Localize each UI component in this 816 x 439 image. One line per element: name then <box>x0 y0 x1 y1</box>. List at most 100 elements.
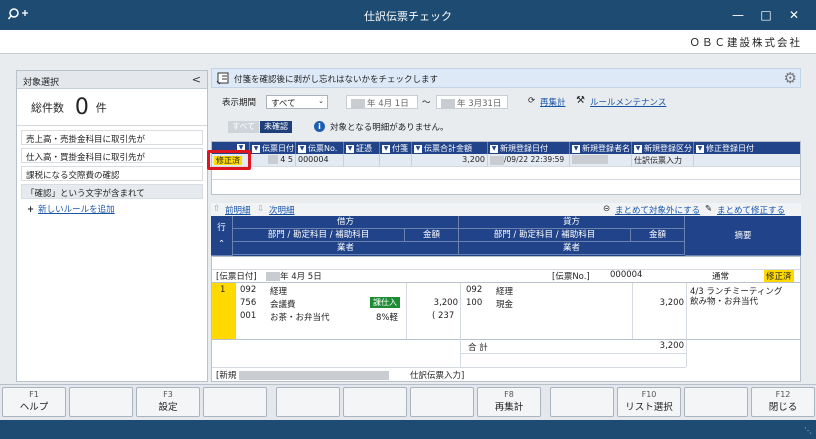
divider <box>460 339 461 367</box>
filter-unconfirmed-toggle[interactable]: 未確認 <box>260 121 292 133</box>
f11-button[interactable] <box>684 387 748 417</box>
main-area: 対象選択 < 総件数 0 件 売上高・売掛金科目に取引先が 仕入高・買掛金科目に… <box>0 54 816 384</box>
credit-acct-code: 100 <box>466 298 483 308</box>
info-text: 付箋を確認後に剥がし忘れはないかをチェックします <box>234 75 439 85</box>
column-label: 修正登録日付 <box>706 144 754 153</box>
recalc-link[interactable]: 再集計 <box>540 96 566 108</box>
f7-button[interactable] <box>410 387 474 417</box>
debit-account-header: 部門 / 勘定科目 / 補助科目 <box>233 229 405 242</box>
credit-dept-name: 経理 <box>496 287 514 297</box>
column-header[interactable]: ▼ 伝票No. <box>296 142 344 154</box>
period-to-value: 年 3月31日 <box>457 99 502 109</box>
total-label: 総件数 <box>31 101 64 115</box>
table-row[interactable]: 修正済 4 5 000004 3,200 /09/22 22:39:59 仕訳伝… <box>212 154 800 167</box>
summary-header: 摘要 <box>685 216 801 256</box>
f2-button[interactable] <box>69 387 133 417</box>
refresh-icon[interactable]: ⟳ <box>528 96 535 106</box>
new-reg-text: [新規 <box>216 371 237 381</box>
divider <box>212 367 686 368</box>
table-row <box>212 167 800 180</box>
gear-icon[interactable]: ⚙ <box>784 69 797 87</box>
rule-item[interactable]: 課税になる交際費の確認 <box>21 166 203 181</box>
column-header[interactable]: ▼ 伝票合計金額 <box>412 142 488 154</box>
f5-button[interactable] <box>276 387 340 417</box>
status-bar: ⋱ <box>0 420 816 439</box>
f10-list-select-button[interactable]: F10 リスト選択 <box>617 387 681 417</box>
period-row: 表示期間 すべて ⌄ 年 4月 1日 〜 年 3月31日 ⟳ 再集計 ⚒ ルール… <box>222 95 802 111</box>
reg-type-cell: 仕訳伝票入力 <box>632 154 694 166</box>
tilde: 〜 <box>422 98 431 108</box>
rule-maintenance-link[interactable]: ルールメンテナンス <box>590 96 666 108</box>
column-label: 証憑 <box>356 144 372 153</box>
row-header[interactable]: 行 ⌃ <box>211 216 233 256</box>
info-icon: i <box>314 121 325 132</box>
column-header[interactable]: ▼ 伝票日付 <box>250 142 296 154</box>
fix-all-link[interactable]: まとめて修正する <box>717 204 785 216</box>
divider <box>686 339 687 367</box>
exclude-all-link[interactable]: まとめて対象外にする <box>615 204 700 216</box>
period-to[interactable]: 年 3月31日 <box>436 95 508 109</box>
column-header[interactable]: ▼ 修正登録日付 <box>694 142 800 154</box>
divider <box>632 283 633 339</box>
dropdown-icon: ▼ <box>382 144 390 153</box>
add-rule-link[interactable]: + 新しいルールを追加 <box>21 202 203 216</box>
column-label: 新規登録日付 <box>500 144 548 153</box>
period-from[interactable]: 年 4月 1日 <box>346 95 418 109</box>
slip-date-value: 年 4月 5日 <box>280 272 322 282</box>
reg-user-cell <box>570 154 632 166</box>
credit-acct-name: 現金 <box>496 300 514 310</box>
f4-button[interactable] <box>203 387 267 417</box>
f6-button[interactable] <box>343 387 407 417</box>
detail-header: 行 ⌃ 借方 部門 / 勘定科目 / 補助科目 金額 業者 貸方 部門 / 勘定科… <box>211 216 801 256</box>
no-label: [伝票No.] <box>552 272 590 282</box>
table-row <box>212 180 800 193</box>
rule-item[interactable]: 売上高・売掛金科目に取引先が <box>21 130 203 145</box>
detail-body: [伝票日付] 年 4月 5日 [伝票No.] 000004 通常 修正済 1 0… <box>211 256 801 382</box>
masked-year <box>351 99 365 108</box>
f1-help-button[interactable]: F1 ヘルプ <box>2 387 66 417</box>
divider <box>406 283 407 339</box>
rule-list: 売上高・売掛金科目に取引先が 仕入高・買掛金科目に取引先が 課税になる交際費の確… <box>17 125 207 220</box>
exclude-icon: ⊝ <box>603 204 611 214</box>
close-icon[interactable]: ✕ <box>784 5 804 25</box>
pencil-icon: ✎ <box>705 204 713 214</box>
debit-dept-code: 092 <box>240 285 257 295</box>
divider <box>460 353 686 354</box>
minimize-icon[interactable]: — <box>728 5 748 25</box>
resize-grip-icon[interactable]: ⋱ <box>804 426 812 435</box>
function-key-bar: F1 ヘルプ F3 設定 F8 再集計 F10 リスト選択 F12 閉じる <box>0 384 816 420</box>
masked-year <box>266 272 280 281</box>
column-header[interactable]: ▼ 新規登録日付 <box>488 142 570 154</box>
reg-date-value: /09/22 22:39:59 <box>504 155 565 164</box>
column-header[interactable]: ▼ 新規登録区分 <box>632 142 694 154</box>
maximize-icon[interactable]: □ <box>756 5 776 25</box>
column-header[interactable]: ▼ 新規登録者名 <box>570 142 632 154</box>
divider <box>460 283 461 339</box>
period-select[interactable]: すべて ⌄ <box>266 95 328 109</box>
filter-all-toggle[interactable]: すべて <box>228 121 260 133</box>
collapse-icon[interactable]: < <box>192 73 201 86</box>
fkey-label: リスト選択 <box>625 402 673 413</box>
column-header[interactable]: ▼ 付箋 <box>380 142 412 154</box>
masked-year <box>267 155 278 164</box>
debit-acct-name: 会議費 <box>270 300 296 310</box>
detail-nav: ⇧ 前明細 ⇩ 次明細 ⊝ まとめて対象外にする ✎ まとめて修正する <box>211 203 801 217</box>
f3-settings-button[interactable]: F3 設定 <box>136 387 200 417</box>
debit-vendor-header: 業者 <box>233 242 459 255</box>
f12-close-button[interactable]: F12 閉じる <box>751 387 815 417</box>
slip-type: 通常 <box>712 272 730 282</box>
column-label: 新規登録区分 <box>644 144 692 153</box>
prev-detail-link[interactable]: 前明細 <box>225 204 251 216</box>
filter-row: すべて 未確認 i 対象となる明細がありません。 <box>224 121 784 135</box>
add-rule-label: 新しいルールを追加 <box>38 205 115 215</box>
fkey-code: F8 <box>504 390 514 399</box>
rule-item[interactable]: 「確認」という文字が含まれて <box>21 184 203 199</box>
no-data-message: 対象となる明細がありません。 <box>330 123 449 133</box>
f9-button[interactable] <box>550 387 614 417</box>
line-no: 1 <box>220 285 226 295</box>
rule-item[interactable]: 仕入高・買掛金科目に取引先が <box>21 148 203 163</box>
column-header[interactable]: ▼ 証憑 <box>344 142 380 154</box>
tools-icon[interactable]: ⚒ <box>576 95 585 106</box>
next-detail-link[interactable]: 次明細 <box>269 204 295 216</box>
f8-recalc-button[interactable]: F8 再集計 <box>477 387 541 417</box>
